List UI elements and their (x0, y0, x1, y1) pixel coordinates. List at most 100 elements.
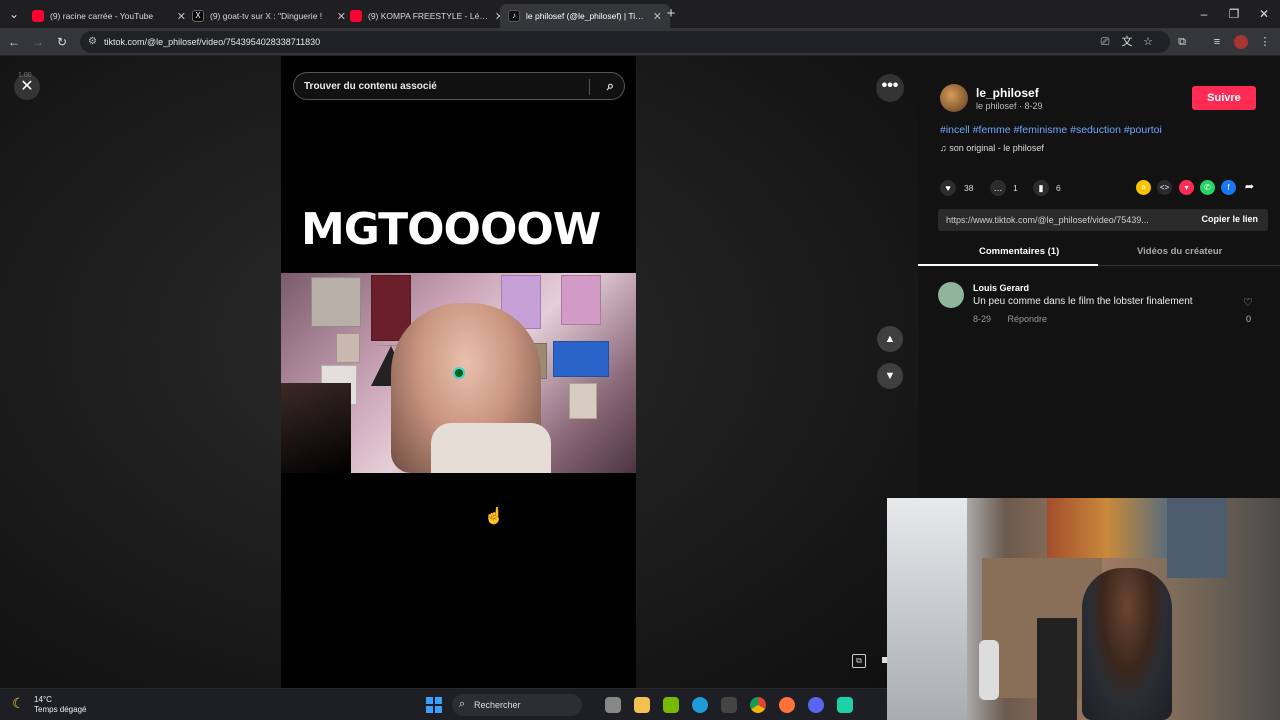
more-options-button[interactable]: ••• (876, 74, 904, 102)
like-heart-icon[interactable]: ♥ (940, 180, 956, 196)
wall-poster (561, 275, 601, 325)
reply-link[interactable]: Répondre (1008, 314, 1048, 324)
comment-author[interactable]: Louis Gerard (973, 283, 1029, 293)
coin-share-icon[interactable]: ¤ (1136, 180, 1151, 195)
share-arrow-icon[interactable]: ➦ (1242, 180, 1257, 195)
creator-subline: le philosef · 8-29 (976, 101, 1043, 111)
music-note-icon: ♫ (940, 143, 950, 153)
back-icon[interactable]: ← (6, 34, 22, 50)
store-icon[interactable] (721, 697, 737, 713)
post-sound[interactable]: ♫ son original - le philosef (940, 143, 1044, 153)
weather-widget[interactable]: 14°C Temps dégagé (34, 695, 86, 715)
streamer (1082, 568, 1172, 720)
firefox-icon[interactable] (779, 697, 795, 713)
new-tab-icon[interactable]: + (663, 6, 679, 22)
chrome-icon[interactable] (750, 697, 766, 713)
profile-avatar-icon[interactable] (1234, 35, 1248, 49)
x-icon: X (192, 10, 204, 22)
panel-tabs: Commentaires (1) Vidéos du créateur (918, 240, 1280, 266)
follow-button[interactable]: Suivre (1192, 86, 1256, 110)
media-control-icon[interactable]: ≡ (1210, 35, 1224, 49)
window-shutter (887, 498, 967, 720)
send-icon[interactable]: ▾ (1179, 180, 1194, 195)
discord-icon[interactable] (808, 697, 824, 713)
search-divider (589, 79, 590, 95)
site-info-icon[interactable]: ⚙ (88, 36, 97, 47)
youtube-icon (350, 10, 362, 22)
comment-like-icon[interactable]: ♡ (1243, 296, 1253, 309)
task-view-icon[interactable] (605, 697, 621, 713)
wall-poster (553, 341, 609, 377)
comment-date: 8-29 (973, 314, 992, 324)
mini-player-icon[interactable]: ⧉ (852, 654, 866, 668)
embed-icon[interactable]: <> (1157, 180, 1172, 195)
tab-list-chevron-icon[interactable]: ⌄ (6, 6, 22, 22)
tab-creator-videos[interactable]: Vidéos du créateur (1137, 246, 1222, 257)
install-app-icon[interactable]: ⎚ (1098, 35, 1112, 49)
bookmark-icon[interactable]: ▮ (1033, 180, 1049, 196)
gaming-chair (1037, 618, 1077, 720)
wall-poster (1167, 498, 1227, 578)
browser-menu-icon[interactable]: ⋮ (1258, 35, 1272, 49)
browser-tab-x[interactable]: X (9) goat-tv sur X : "Dinguerie ! ✕ (184, 4, 354, 28)
post-details-panel: le_philosef le philosef · 8-29 Suivre #i… (918, 56, 1280, 498)
post-hashtags[interactable]: #incell #femme #feminisme #seduction #po… (940, 124, 1162, 136)
copy-link-button[interactable]: Copier le lien (1201, 214, 1258, 224)
minimize-icon[interactable]: – (1196, 6, 1212, 22)
weather-moon-icon: ☾ (12, 695, 25, 711)
browser-tab-youtube-2[interactable]: (9) KOMPA FREESTYLE - Lé Wili ✕ (342, 4, 512, 28)
wall-poster (311, 277, 361, 327)
youtube-icon (32, 10, 44, 22)
video-stage: ✕ 1.00 Trouver du contenu associé ⌕ MGTO… (0, 56, 918, 688)
wall-poster (569, 383, 597, 419)
comment-text: Un peu comme dans le film the lobster fi… (973, 296, 1193, 307)
windows-taskbar: ☾ 14°C Temps dégagé ⌕ Rechercher (0, 688, 887, 720)
webcam-overlay (887, 498, 1280, 720)
bookmark-star-icon[interactable]: ☆ (1141, 35, 1155, 49)
translate-icon[interactable]: 文 (1120, 35, 1134, 49)
nvidia-icon[interactable] (663, 697, 679, 713)
file-explorer-icon[interactable] (634, 697, 650, 713)
creator-avatar[interactable] (940, 84, 968, 112)
next-video-button[interactable]: ▼ (877, 363, 903, 389)
reload-icon[interactable]: ↻ (54, 34, 70, 50)
comment-icon[interactable]: … (990, 180, 1006, 196)
search-icon[interactable]: ⌕ (607, 78, 614, 94)
shirt (431, 423, 551, 473)
tiktok-icon: ♪ (508, 10, 520, 22)
comment-meta: 8-29 Répondre (973, 314, 1047, 324)
post-link-field[interactable]: https://www.tiktok.com/@le_philosef/vide… (938, 209, 1268, 231)
address-bar[interactable]: ⚙ tiktok.com/@le_philosef/video/75439540… (80, 31, 1170, 53)
whatsapp-icon[interactable]: ✆ (1200, 180, 1215, 195)
comment-like-count: 0 (1246, 314, 1252, 324)
close-tab-icon[interactable]: ✕ (653, 10, 662, 23)
active-tab-underline (918, 264, 1098, 266)
browser-toolbar: ← → ↻ ⚙ tiktok.com/@le_philosef/video/75… (0, 28, 1280, 56)
related-search-input[interactable]: Trouver du contenu associé ⌕ (293, 72, 625, 100)
close-window-icon[interactable]: ✕ (1256, 6, 1272, 22)
commenter-avatar[interactable] (938, 282, 964, 308)
browser-tab-tiktok[interactable]: ♪ le philosef (@le_philosef) | TikTok ✕ (500, 4, 670, 28)
facebook-icon[interactable]: f (1221, 180, 1236, 195)
wall-poster (336, 333, 360, 363)
extensions-icon[interactable]: ⧉ (1175, 35, 1189, 49)
restore-icon[interactable]: ❐ (1226, 6, 1242, 22)
video-player[interactable]: Trouver du contenu associé ⌕ MGTOOOOW (281, 56, 636, 688)
browser-tab-youtube-1[interactable]: (9) racine carrée - YouTube ✕ (24, 4, 194, 28)
taskbar-search[interactable]: ⌕ Rechercher (452, 694, 582, 716)
previous-video-button[interactable]: ▲ (877, 326, 903, 352)
start-windows-icon[interactable] (426, 697, 442, 713)
creator-username[interactable]: le_philosef (976, 86, 1039, 100)
comment-count: 1 (1013, 183, 1018, 193)
foreground-object (281, 383, 351, 473)
edge-icon[interactable] (692, 697, 708, 713)
bottle (979, 640, 999, 700)
save-count: 6 (1056, 183, 1061, 193)
app-icon[interactable] (837, 697, 853, 713)
browser-tab-bar: ⌄ (9) racine carrée - YouTube ✕ X (9) go… (0, 0, 1280, 28)
mouse-pointer-icon: ☝ (484, 508, 504, 525)
wall-poster (1047, 498, 1167, 558)
search-icon: ⌕ (459, 698, 466, 710)
forward-icon[interactable]: → (30, 34, 46, 50)
tab-comments[interactable]: Commentaires (1) (979, 246, 1059, 257)
